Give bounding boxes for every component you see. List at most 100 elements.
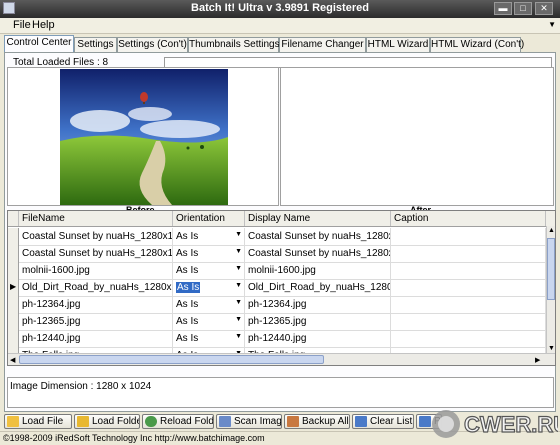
tab-control-center[interactable]: Control Center (4, 35, 74, 53)
cell-display-name[interactable]: Old_Dirt_Road_by_nuaHs_1280x10 (245, 279, 391, 296)
row-header[interactable] (8, 228, 19, 245)
table-row[interactable]: molnii-1600.jpg As Is ▼ molnii-1600.jpg (8, 262, 555, 280)
table-row[interactable]: Coastal Sunset by nuaHs_1280x1024 As Is ▼… (8, 228, 555, 246)
orientation-value-selected: As Is (176, 282, 201, 293)
dropdown-arrow-icon[interactable]: ▼ (235, 296, 242, 311)
cell-display-name[interactable]: ph-12440.jpg (245, 330, 391, 347)
grid-header: FileName Orientation Display Name Captio… (8, 211, 555, 227)
cell-display-name[interactable]: Coastal Sunset by nuaHs_1280x1024 (245, 245, 391, 262)
cell-filename[interactable]: ph-12364.jpg (19, 296, 173, 313)
row-header[interactable] (8, 296, 19, 313)
scroll-up-icon[interactable]: ▲ (548, 227, 555, 234)
orientation-value: As Is (176, 248, 199, 259)
cell-caption[interactable] (391, 245, 546, 262)
col-orientation[interactable]: Orientation (173, 211, 245, 226)
cell-caption[interactable] (391, 296, 546, 313)
tab-settings-cont[interactable]: Settings (Con't) (117, 37, 188, 52)
scroll-down-icon[interactable]: ▼ (548, 345, 555, 352)
cell-filename[interactable]: molnii-1600.jpg (19, 262, 173, 279)
cell-caption[interactable] (391, 313, 546, 330)
cell-filename[interactable]: ph-12365.jpg (19, 313, 173, 330)
cell-display-name[interactable]: molnii-1600.jpg (245, 262, 391, 279)
cell-filename[interactable]: Old_Dirt_Road_by_nuaHs_1280x102 (19, 279, 173, 296)
cell-caption[interactable] (391, 330, 546, 347)
image-dimension: Image Dimension : 1280 x 1024 (10, 381, 152, 392)
tab-html-wizard-cont[interactable]: HTML Wizard (Con't) (430, 37, 524, 52)
reload-icon (145, 416, 157, 427)
header-corner (8, 211, 19, 226)
table-row[interactable]: ph-12364.jpg As Is ▼ ph-12364.jpg (8, 296, 555, 314)
scroll-right-icon[interactable]: ▶ (535, 356, 540, 364)
after-preview (280, 67, 554, 206)
reload-folder-button[interactable]: Reload Folder (142, 414, 214, 429)
vertical-scroll-thumb[interactable] (547, 238, 555, 300)
dropdown-arrow-icon[interactable]: ▼ (235, 313, 242, 328)
backup-all-button[interactable]: Backup All (284, 414, 350, 429)
cell-display-name[interactable]: ph-12364.jpg (245, 296, 391, 313)
dropdown-arrow-icon[interactable]: ▼ (235, 228, 242, 243)
row-header[interactable] (8, 262, 19, 279)
load-file-button[interactable]: Load File (4, 414, 72, 429)
cell-caption[interactable] (391, 228, 546, 245)
tab-thumbnails-settings[interactable]: Thumbnails Settings (188, 37, 280, 52)
cell-orientation[interactable]: As Is ▼ (173, 228, 245, 245)
cell-orientation[interactable]: As Is ▼ (173, 313, 245, 330)
cell-orientation[interactable]: As Is ▼ (173, 279, 245, 296)
dropdown-arrow-icon[interactable]: ▼ (235, 245, 242, 260)
row-header[interactable] (8, 313, 19, 330)
cell-orientation[interactable]: As Is ▼ (173, 245, 245, 262)
cell-caption[interactable] (391, 279, 546, 296)
maximize-button[interactable]: □ (514, 2, 532, 15)
cell-filename[interactable]: Coastal Sunset by nuaHs_1280x1024 (19, 245, 173, 262)
tab-filename-changer[interactable]: Filename Changer (279, 37, 366, 52)
close-button[interactable]: ✕ (535, 2, 553, 15)
horizontal-scroll-thumb[interactable] (19, 355, 324, 364)
orientation-value: As Is (176, 333, 199, 344)
scan-image-button[interactable]: Scan Image (216, 414, 282, 429)
cell-display-name[interactable]: ph-12365.jpg (245, 313, 391, 330)
row-header[interactable] (8, 330, 19, 347)
current-row-indicator-icon: ▶ (10, 282, 17, 291)
load-folder-button[interactable]: Load Folder (74, 414, 140, 429)
cell-orientation[interactable]: As Is ▼ (173, 262, 245, 279)
control-center-panel: Total Loaded Files : 8 FileName Orientat… (4, 52, 556, 412)
watermark-logo: CWER.RU (432, 410, 558, 438)
cell-filename[interactable]: ph-12440.jpg (19, 330, 173, 347)
copyright-text: ©1998-2009 iRedSoft Technology Inc http:… (3, 433, 265, 443)
tab-settings[interactable]: Settings (74, 37, 117, 52)
cell-caption[interactable] (391, 262, 546, 279)
dropdown-arrow-icon[interactable]: ▼ (235, 279, 242, 294)
col-display-name[interactable]: Display Name (245, 211, 391, 226)
vertical-scrollbar[interactable]: ▲ ▼ (546, 226, 555, 353)
cell-display-name[interactable]: Coastal Sunset by nuaHs_1280x1024 (245, 228, 391, 245)
cell-orientation[interactable]: As Is ▼ (173, 330, 245, 347)
load-folder-label: Load Folder (92, 416, 139, 427)
scan-icon (219, 416, 231, 427)
tab-strip: Control Center Settings Settings (Con't)… (4, 35, 556, 53)
table-row-selected[interactable]: ▶ Old_Dirt_Road_by_nuaHs_1280x102 As Is ▼… (8, 279, 555, 297)
col-caption[interactable]: Caption (391, 211, 546, 226)
scroll-left-icon[interactable]: ◀ (10, 356, 15, 364)
menu-overflow-icon[interactable]: ▼ (548, 20, 556, 29)
cell-orientation[interactable]: As Is ▼ (173, 296, 245, 313)
menu-help[interactable]: Help (32, 19, 55, 31)
horizontal-scrollbar[interactable]: ◀ ▶ (8, 353, 555, 365)
before-image (60, 69, 228, 205)
table-row[interactable]: Coastal Sunset by nuaHs_1280x1024 As Is ▼… (8, 245, 555, 263)
row-header[interactable]: ▶ (8, 279, 19, 296)
col-filename[interactable]: FileName (19, 211, 173, 226)
row-header[interactable] (8, 245, 19, 262)
clear-list-button[interactable]: Clear List (352, 414, 414, 429)
table-row[interactable]: ph-12365.jpg As Is ▼ ph-12365.jpg (8, 313, 555, 331)
minimize-button[interactable]: ▬ (494, 2, 512, 15)
tab-html-wizard[interactable]: HTML Wizard (366, 37, 430, 52)
table-row[interactable]: ph-12440.jpg As Is ▼ ph-12440.jpg (8, 330, 555, 348)
dropdown-arrow-icon[interactable]: ▼ (235, 262, 242, 277)
title-bar: Batch It! Ultra v 3.9891 Registered ▬ □ … (0, 0, 560, 18)
orientation-value: As Is (176, 316, 199, 327)
cell-filename[interactable]: Coastal Sunset by nuaHs_1280x1024 (19, 228, 173, 245)
dropdown-arrow-icon[interactable]: ▼ (235, 330, 242, 345)
folder-icon (77, 416, 89, 427)
file-grid: FileName Orientation Display Name Captio… (7, 210, 556, 366)
menu-file[interactable]: File (13, 19, 31, 31)
